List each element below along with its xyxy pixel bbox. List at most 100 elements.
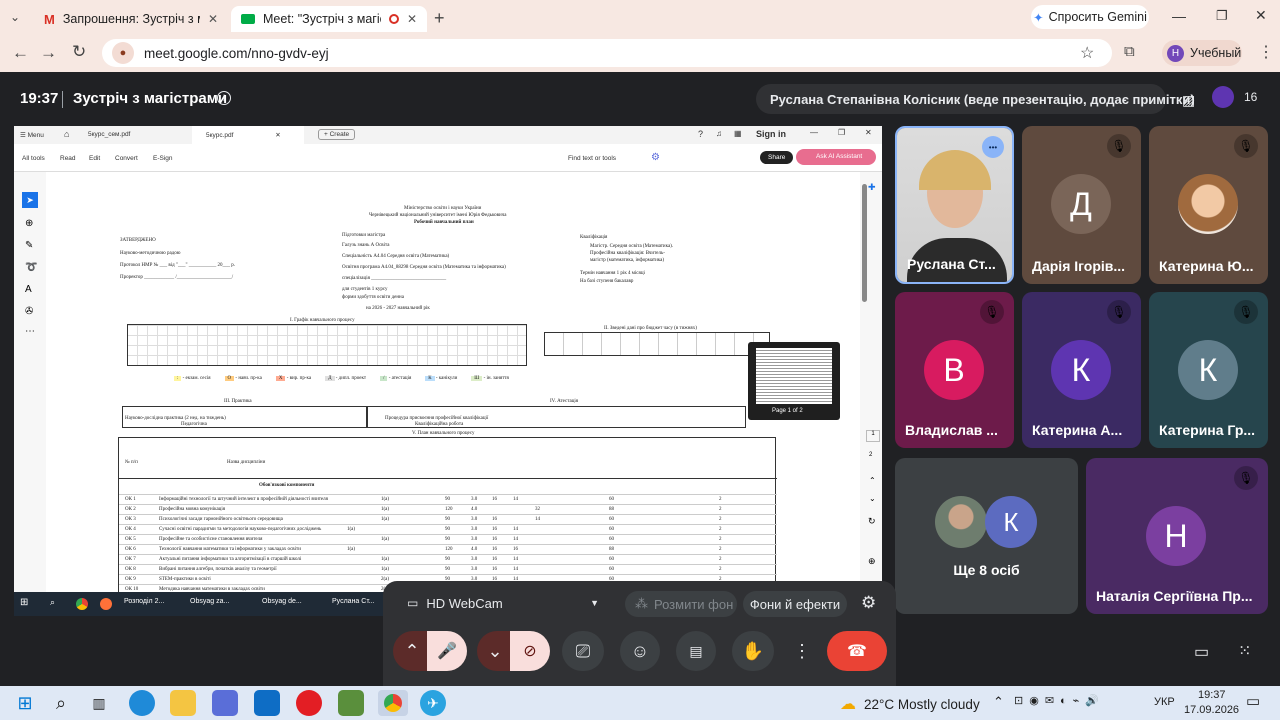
weather-widget[interactable]: ☁ 22°C Mostly cloudy	[840, 694, 980, 714]
profile-button[interactable]: H Учебный	[1162, 40, 1242, 66]
info-icon[interactable]: i	[217, 91, 231, 105]
participants-count[interactable]: 16	[1212, 86, 1257, 108]
menu-button[interactable]: ☰ Menu	[20, 131, 44, 139]
close-icon[interactable]: ✕	[208, 12, 218, 26]
more-options-button[interactable]: ⋮	[790, 631, 814, 671]
esign-menu[interactable]: E-Sign	[153, 155, 173, 162]
more-participants-tile[interactable]: К Ще 8 осіб	[895, 458, 1078, 614]
clock-time[interactable]: 19:37	[1198, 689, 1226, 701]
site-info-icon[interactable]: ●	[112, 42, 134, 64]
forward-button[interactable]: →	[40, 43, 57, 63]
find-text-input[interactable]: Find text or tools	[568, 155, 616, 162]
mic-toggle-button[interactable]: 🎤	[427, 631, 467, 671]
share-button[interactable]: Share	[760, 151, 794, 164]
lasso-tool-icon[interactable]: ➰	[25, 262, 37, 273]
bookmark-star-icon[interactable]: ☆	[1080, 43, 1094, 63]
blur-background-button[interactable]: ⁂ Розмити фон	[625, 591, 737, 617]
help-icon[interactable]: ?	[698, 129, 703, 139]
participant-tile[interactable]: ••• Руслана Ст...	[895, 126, 1014, 284]
text-tool-icon[interactable]: A	[25, 284, 32, 295]
ai-assistant-button[interactable]: Ask AI Assistant	[796, 149, 876, 165]
home-icon[interactable]: ⌂	[64, 129, 69, 139]
leave-call-button[interactable]: ☎	[827, 631, 887, 671]
participant-tile[interactable]: 🎙 Д Дарія Ігорів...	[1022, 126, 1141, 284]
minimize-button[interactable]: —	[810, 128, 818, 137]
reactions-button[interactable]: ☺	[620, 631, 660, 671]
present-button[interactable]: ⎚	[562, 631, 604, 671]
scrollbar-thumb[interactable]	[862, 184, 867, 302]
comment-icon[interactable]: ✚	[868, 182, 876, 193]
pdf-tab-1[interactable]: 5курс_сем.pdf	[88, 131, 130, 138]
back-button[interactable]: ←	[12, 43, 29, 63]
zoom-in-icon[interactable]: ⊕	[868, 556, 876, 567]
page-number-1[interactable]: 1	[866, 430, 880, 442]
apps-icon[interactable]: ▦	[734, 129, 742, 138]
create-button[interactable]: + Create	[318, 129, 356, 140]
chrome-icon[interactable]	[378, 690, 408, 716]
tray-icons[interactable]: ⊡◉✉◐⌁🔊	[1014, 694, 1105, 707]
explorer-icon[interactable]	[170, 690, 196, 716]
more-icon[interactable]: ⋯	[25, 326, 35, 337]
read-menu[interactable]: Read	[60, 155, 76, 162]
hide-presenter-icon[interactable]: ▨	[1182, 92, 1195, 109]
close-button[interactable]: ✕	[865, 128, 872, 137]
stamp-tool-icon[interactable]: ✇	[25, 306, 33, 317]
sign-in-button[interactable]: Sign in	[756, 129, 786, 139]
address-bar[interactable]: ● meet.google.com/nno-gvdv-eyj	[102, 39, 1112, 67]
edit-menu[interactable]: Edit	[89, 155, 100, 162]
participant-tile[interactable]: 🎙 Н Наталія Сергіївна Пр...	[1086, 458, 1268, 614]
minimize-button[interactable]: —	[1172, 8, 1186, 24]
tray-chevron-icon[interactable]: ⌃	[993, 694, 1004, 710]
all-tools-menu[interactable]: All tools	[22, 155, 45, 162]
close-icon[interactable]: ✕	[407, 12, 417, 26]
tab-list-icon[interactable]: ⌄	[10, 10, 20, 24]
chat-icon[interactable]: ▭	[1194, 642, 1209, 662]
gemini-button[interactable]: ✦ Спросить Gemini	[1031, 5, 1149, 29]
new-tab-button[interactable]: +	[434, 8, 445, 29]
menu-icon[interactable]: ⋮	[1258, 42, 1274, 62]
convert-menu[interactable]: Convert	[115, 155, 138, 162]
chevron-down-icon[interactable]: ⌄	[869, 494, 876, 503]
settings-icon[interactable]: ⚙	[861, 593, 876, 613]
captions-button[interactable]: ▤	[676, 631, 716, 671]
camera-select[interactable]: ▭ HD WebCam ▼	[393, 591, 609, 615]
participant-tile[interactable]: 🎙 В Владислав ...	[895, 292, 1014, 448]
clock-date[interactable]: 17.09.2026	[1184, 704, 1239, 716]
camera-options-button[interactable]: ⌄	[477, 631, 513, 671]
reload-button[interactable]: ↻	[72, 42, 86, 62]
camera-toggle-button[interactable]: ⊘	[510, 631, 550, 671]
start-icon[interactable]: ⊞	[12, 690, 38, 716]
store-icon[interactable]	[212, 690, 238, 716]
participant-tile[interactable]: 🎙 Катерина Ю...	[1149, 126, 1268, 284]
pen-app-icon[interactable]	[338, 690, 364, 716]
participant-tile[interactable]: 🎙 К Катерина А...	[1022, 292, 1141, 448]
task-view-icon[interactable]: ▥	[86, 690, 112, 716]
close-window-button[interactable]: ✕	[1255, 7, 1267, 24]
mail-icon[interactable]	[254, 690, 280, 716]
zoom-tool-icon[interactable]: ⊕	[25, 218, 33, 229]
telegram-icon[interactable]: ✈	[420, 690, 446, 716]
pdf-tab-2[interactable]: 5курс.pdf ✕	[192, 126, 304, 144]
chevron-up-icon[interactable]: ⌃	[869, 476, 876, 485]
maximize-button[interactable]: ❐	[838, 128, 845, 137]
bell-icon[interactable]: ♫	[716, 129, 722, 138]
tools-icon[interactable]: ⚙	[651, 152, 660, 163]
pen-tool-icon[interactable]: ✎	[25, 240, 33, 251]
mic-options-button[interactable]: ⌃	[393, 631, 431, 671]
raise-hand-button[interactable]: ✋	[732, 631, 774, 671]
effects-button[interactable]: Фони й ефекти	[743, 591, 847, 617]
page-thumbnail[interactable]: Page 1 of 2	[748, 342, 840, 420]
edge-icon[interactable]	[129, 690, 155, 716]
refresh-icon[interactable]: ↻	[868, 516, 876, 527]
select-tool-icon[interactable]: ➤	[22, 192, 38, 208]
activities-icon[interactable]: ⁙	[1238, 641, 1251, 661]
extensions-icon[interactable]: ⧉	[1124, 43, 1135, 60]
page-number-2[interactable]: 2	[869, 452, 872, 458]
notifications-icon[interactable]: ▭	[1246, 692, 1260, 710]
maximize-button[interactable]: ❐	[1216, 8, 1228, 24]
tab-meet[interactable]: Meet: "Зустріч з магістрам ✕	[231, 6, 427, 32]
opera-icon[interactable]	[296, 690, 322, 716]
participant-tile[interactable]: 🎙 К Катерина Гр...	[1149, 292, 1268, 448]
search-icon[interactable]: ⌕	[48, 690, 74, 716]
language-indicator[interactable]: УКР	[1154, 696, 1175, 708]
